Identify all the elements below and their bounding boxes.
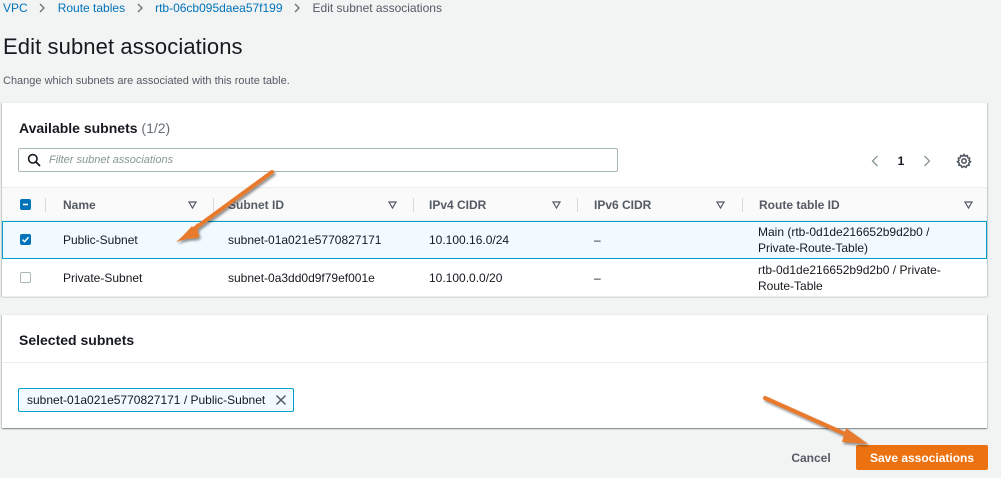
column-label: Name [63,198,96,212]
column-label: Subnet ID [228,198,284,212]
chevron-right-icon [28,3,58,13]
cell-subnet-id[interactable]: subnet-01a021e5770827171 [228,222,381,258]
token-label: subnet-01a021e5770827171 / Public-Subnet [27,393,266,407]
chevron-right-icon [283,3,313,13]
cell-ipv4: 10.100.0.0/20 [429,270,503,285]
breadcrumb-route-tables[interactable]: Route tables [58,1,125,15]
sort-icon [388,201,397,209]
pagination: 1 [868,153,934,169]
select-all-checkbox[interactable] [20,199,31,210]
sort-icon [964,201,973,209]
column-label: IPv6 CIDR [594,198,652,212]
column-divider [413,198,414,212]
subnets-table: Name Subnet ID IPv4 CIDR IPv6 CIDR Route… [2,187,987,297]
cell-ipv6: – [594,270,601,285]
column-divider [742,198,743,212]
column-header-subnet-id[interactable]: Subnet ID [228,188,413,222]
breadcrumb-route-table-id[interactable]: rtb-06cb095daea57f199 [155,1,282,15]
cell-subnet-id[interactable]: subnet-0a3dd0d9f79ef001e [228,259,375,296]
table-row[interactable]: Private-Subnet subnet-0a3dd0d9f79ef001e … [2,259,987,297]
column-label: IPv4 CIDR [429,198,487,212]
selected-subnets-panel: Selected subnets subnet-01a021e577082717… [2,314,987,428]
cancel-button[interactable]: Cancel [778,446,844,470]
filter-field[interactable] [18,148,618,172]
settings-icon[interactable] [956,153,972,169]
sort-icon [188,201,197,209]
dismiss-icon[interactable] [275,394,287,406]
chevron-right-icon [125,3,155,13]
save-associations-button[interactable]: Save associations [856,445,988,470]
breadcrumb-current: Edit subnet associations [312,1,442,15]
divider [2,362,987,363]
cell-route-table-id[interactable]: rtb-0d1de216652b9d2b0 / Private-Route-Ta… [758,259,963,296]
column-label: Route table ID [759,198,840,212]
row-checkbox[interactable] [20,234,31,245]
cell-ipv6: – [594,233,601,247]
available-subnets-panel: Available subnets (1/2) 1 [2,102,987,297]
table-row[interactable]: Public-Subnet subnet-01a021e5770827171 1… [2,221,987,259]
chevron-left-icon[interactable] [868,154,882,168]
heading-text: Available subnets [19,120,138,136]
page-description: Change which subnets are associated with… [3,75,290,87]
cell-route-table-id[interactable]: Main (rtb-0d1de216652b9d2b0 / Private-Ro… [758,222,973,258]
selection-count: (1/2) [141,120,171,136]
cell-name: Public-Subnet [63,233,138,247]
search-icon [27,153,41,167]
page-number[interactable]: 1 [882,154,920,168]
breadcrumb: VPC Route tables rtb-06cb095daea57f199 E… [3,0,442,16]
chevron-right-icon[interactable] [920,154,934,168]
breadcrumb-vpc[interactable]: VPC [3,1,28,15]
cell-ipv4: 10.100.16.0/24 [429,233,510,247]
page-title: Edit subnet associations [3,34,243,59]
column-header-name[interactable]: Name [63,188,213,222]
column-divider [45,198,46,212]
row-checkbox[interactable] [20,272,31,283]
sort-icon [552,201,561,209]
column-divider [577,198,578,212]
cell-name: Private-Subnet [63,270,143,285]
column-divider [213,198,214,212]
sort-icon [716,201,725,209]
selected-subnet-token: subnet-01a021e5770827171 / Public-Subnet [18,388,295,412]
table-header: Name Subnet ID IPv4 CIDR IPv6 CIDR Route… [2,187,987,221]
column-header-route-table-id[interactable]: Route table ID [759,188,979,222]
column-header-ipv4[interactable]: IPv4 CIDR [429,188,577,222]
filter-input[interactable] [49,154,609,166]
column-header-ipv6[interactable]: IPv6 CIDR [594,188,742,222]
available-subnets-heading: Available subnets (1/2) [19,120,170,136]
selected-subnets-heading: Selected subnets [19,332,135,348]
